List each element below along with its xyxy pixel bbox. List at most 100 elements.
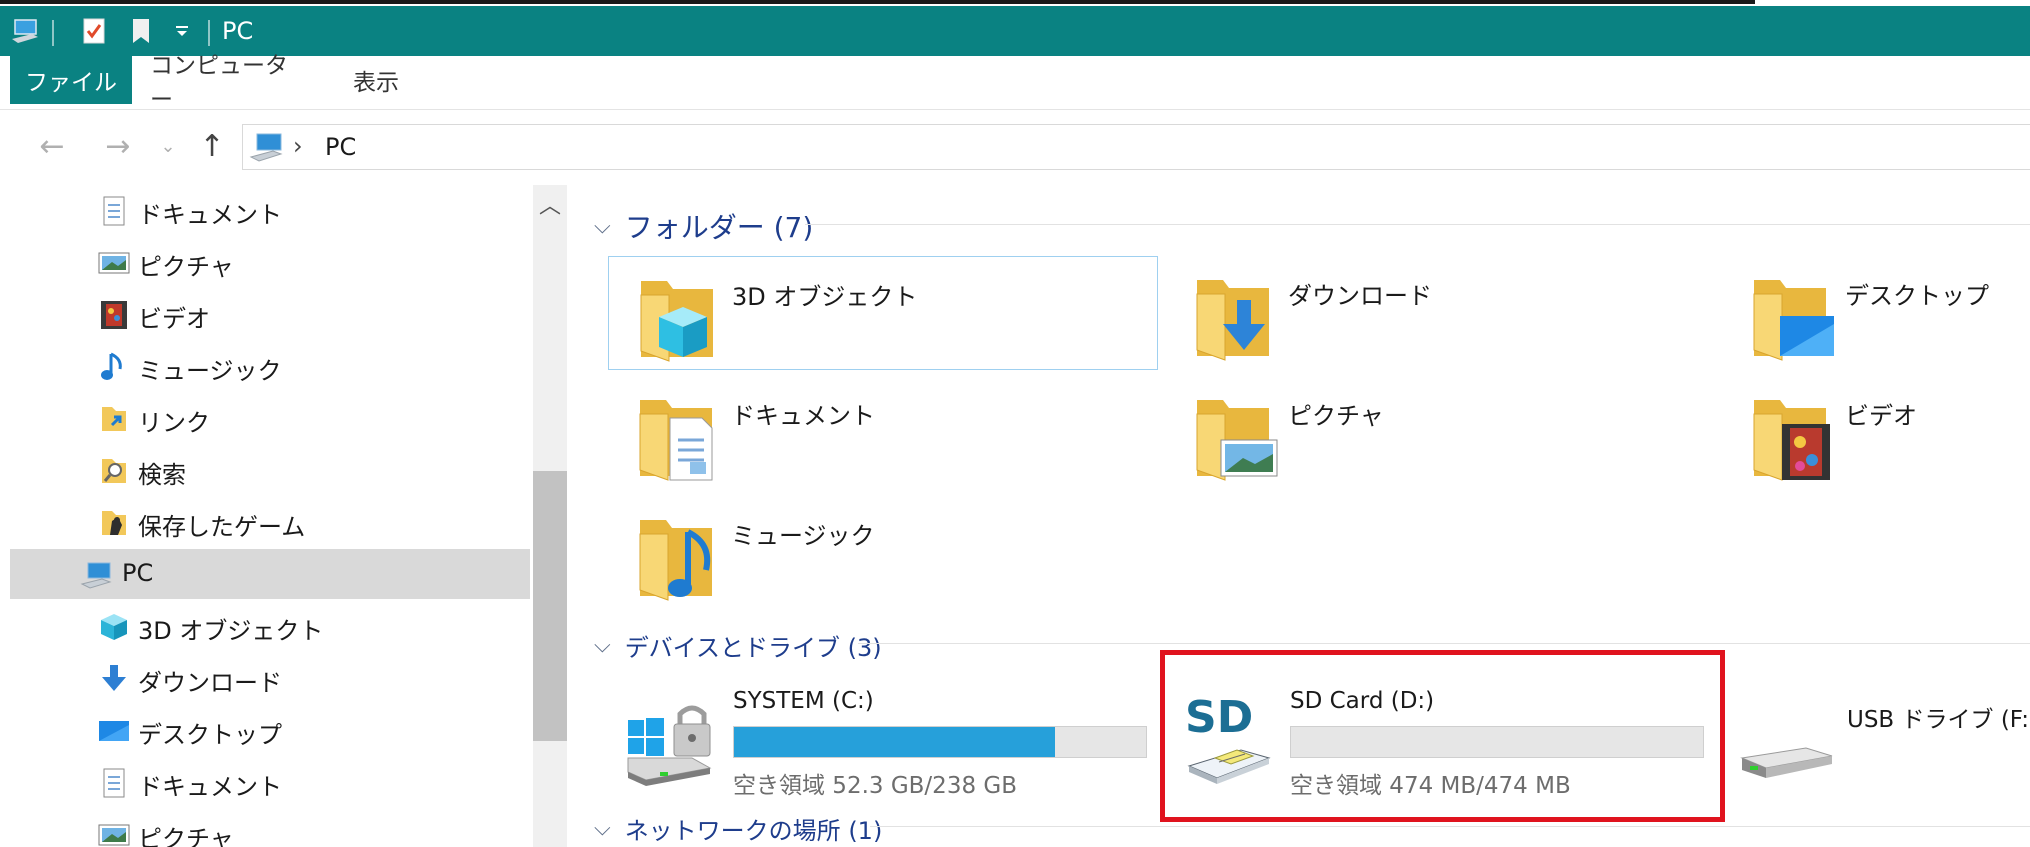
folder-name: ピクチャ [1288, 402, 1384, 430]
videos-folder-icon [1740, 384, 1830, 484]
nav-item-label: ドキュメント [138, 201, 282, 229]
group-divider [870, 826, 2030, 827]
drive-name: SYSTEM (C:) [733, 688, 874, 714]
music-folder-icon [626, 504, 726, 604]
document-icon [98, 195, 130, 227]
drive-name: USB ドライブ (F:) [1847, 707, 2030, 733]
nav-item-label: 3D オブジェクト [138, 617, 324, 645]
nav-item-music[interactable]: ミュージック [10, 341, 530, 391]
nav-item-label: ミュージック [138, 357, 282, 385]
drive-tile-usb[interactable]: USB ドライブ (F:) [1724, 672, 2030, 812]
scroll-up-chevron-icon[interactable]: ︿ [533, 187, 567, 221]
window-top-border [0, 0, 1755, 4]
folder-tile-documents[interactable]: ドキュメント [608, 376, 1158, 490]
nav-item-label: リンク [138, 409, 210, 437]
collapse-chevron-icon[interactable]: ⌵ [594, 214, 611, 239]
links-icon [98, 403, 130, 435]
folder-tile-3d-objects[interactable]: 3D オブジェクト [608, 256, 1158, 370]
video-icon [98, 299, 130, 331]
group-header-folders[interactable]: ⌵ フォルダー (7) [594, 206, 813, 246]
nav-item-pictures[interactable]: ピクチャ [10, 809, 530, 847]
up-arrow-icon[interactable]: ↑ [190, 124, 234, 168]
nav-item-label: ダウンロード [138, 669, 282, 697]
nav-item-desktop[interactable]: デスクトップ [10, 705, 530, 755]
folder-name: ドキュメント [731, 402, 875, 430]
group-header-devices[interactable]: ⌵ デバイスとドライブ (3) [594, 628, 882, 663]
group-title: フォルダー (7) [624, 211, 814, 244]
new-folder-icon[interactable] [126, 16, 156, 46]
group-divider [805, 224, 2030, 225]
recent-locations-chevron-icon[interactable]: ⌄ [148, 124, 188, 168]
back-arrow-icon[interactable]: ← [30, 124, 74, 168]
folder-tile-desktop[interactable]: デスクトップ [1722, 256, 2022, 370]
properties-icon[interactable] [78, 16, 110, 46]
search-folder-icon [98, 455, 130, 487]
scrollbar-thumb[interactable] [533, 471, 567, 741]
nav-item-label: 保存したゲーム [138, 513, 306, 541]
system-drive-icon [627, 705, 712, 786]
nav-item-links[interactable]: リンク [10, 393, 530, 443]
nav-item-label: ドキュメント [138, 773, 282, 801]
nav-pane-scrollbar[interactable]: ︿ [533, 185, 567, 847]
collapse-chevron-icon[interactable]: ⌵ [594, 633, 611, 658]
nav-item-label: ピクチャ [138, 825, 234, 847]
group-divider [858, 643, 2030, 644]
music-icon [98, 351, 130, 383]
folder-name: ミュージック [731, 522, 875, 550]
desktop-icon [98, 715, 130, 747]
folder-tile-pictures[interactable]: ピクチャ [1165, 376, 1715, 490]
folder-name: 3D オブジェクト [732, 283, 918, 311]
nav-item-label: ビデオ [138, 305, 210, 333]
nav-item-documents[interactable]: ドキュメント [10, 757, 530, 807]
3d-objects-folder-icon [627, 265, 727, 365]
collapse-chevron-icon[interactable]: ⌵ [594, 816, 611, 841]
nav-item-3d-objects[interactable]: 3D オブジェクト [10, 601, 530, 651]
nav-item-pictures[interactable]: ピクチャ [10, 237, 530, 287]
folder-tile-videos[interactable]: ビデオ [1722, 376, 2022, 490]
computer-icon [80, 559, 112, 591]
drive-usage-bar [733, 726, 1147, 758]
saved-games-icon [98, 507, 130, 539]
toolbar-separator [208, 20, 210, 46]
breadcrumb-item[interactable]: PC [325, 133, 356, 161]
nav-item-downloads[interactable]: ダウンロード [10, 653, 530, 703]
breadcrumb-chevron-icon[interactable]: › [293, 132, 303, 160]
folder-tile-downloads[interactable]: ダウンロード [1165, 256, 1715, 370]
tab-file[interactable]: ファイル [10, 56, 132, 104]
nav-item-label: PC [122, 559, 154, 587]
address-bar[interactable]: › PC [242, 124, 2030, 170]
folder-name: ビデオ [1845, 402, 1917, 430]
folder-name: ダウンロード [1288, 282, 1432, 310]
nav-item-pc[interactable]: PC [10, 549, 530, 599]
nav-item-videos[interactable]: ビデオ [10, 289, 530, 339]
customize-toolbar-chevron-icon[interactable] [170, 16, 194, 46]
nav-item-searches[interactable]: 検索 [10, 445, 530, 495]
group-header-network[interactable]: ⌵ ネットワークの場所 (1) [594, 811, 882, 846]
nav-item-label: 検索 [138, 461, 186, 489]
downloads-folder-icon [1183, 264, 1283, 364]
navigation-pane: ドキュメント ピクチャ ビデオ ミュージック リンク 検索 保存したゲーム PC… [10, 185, 530, 847]
nav-item-saved-games[interactable]: 保存したゲーム [10, 497, 530, 547]
documents-folder-icon [626, 384, 713, 481]
pictures-folder-icon [1183, 384, 1278, 484]
tab-view[interactable]: 表示 [340, 56, 412, 104]
drive-free-space: 空き領域 52.3 GB/238 GB [733, 773, 1017, 799]
nav-item-documents[interactable]: ドキュメント [10, 185, 530, 235]
toolbar-separator [52, 20, 54, 46]
computer-icon [249, 131, 285, 167]
3d-objects-icon [98, 611, 130, 643]
folder-tile-music[interactable]: ミュージック [608, 496, 1158, 610]
pictures-icon [98, 247, 130, 279]
forward-arrow-icon[interactable]: → [96, 124, 140, 168]
folder-name: デスクトップ [1845, 282, 1989, 310]
desktop-folder-icon [1740, 264, 1834, 364]
download-icon [98, 663, 130, 695]
pictures-icon [98, 819, 130, 847]
drive-tile-system[interactable]: SYSTEM (C:) 空き領域 52.3 GB/238 GB [610, 672, 1170, 812]
window-title: PC [222, 17, 254, 45]
ribbon: ファイル コンピューター 表示 [0, 53, 2030, 113]
tab-computer[interactable]: コンピューター [150, 53, 310, 113]
nav-item-label: ピクチャ [138, 253, 234, 281]
computer-icon[interactable] [8, 16, 42, 46]
group-title: デバイスとドライブ (3) [624, 634, 882, 662]
